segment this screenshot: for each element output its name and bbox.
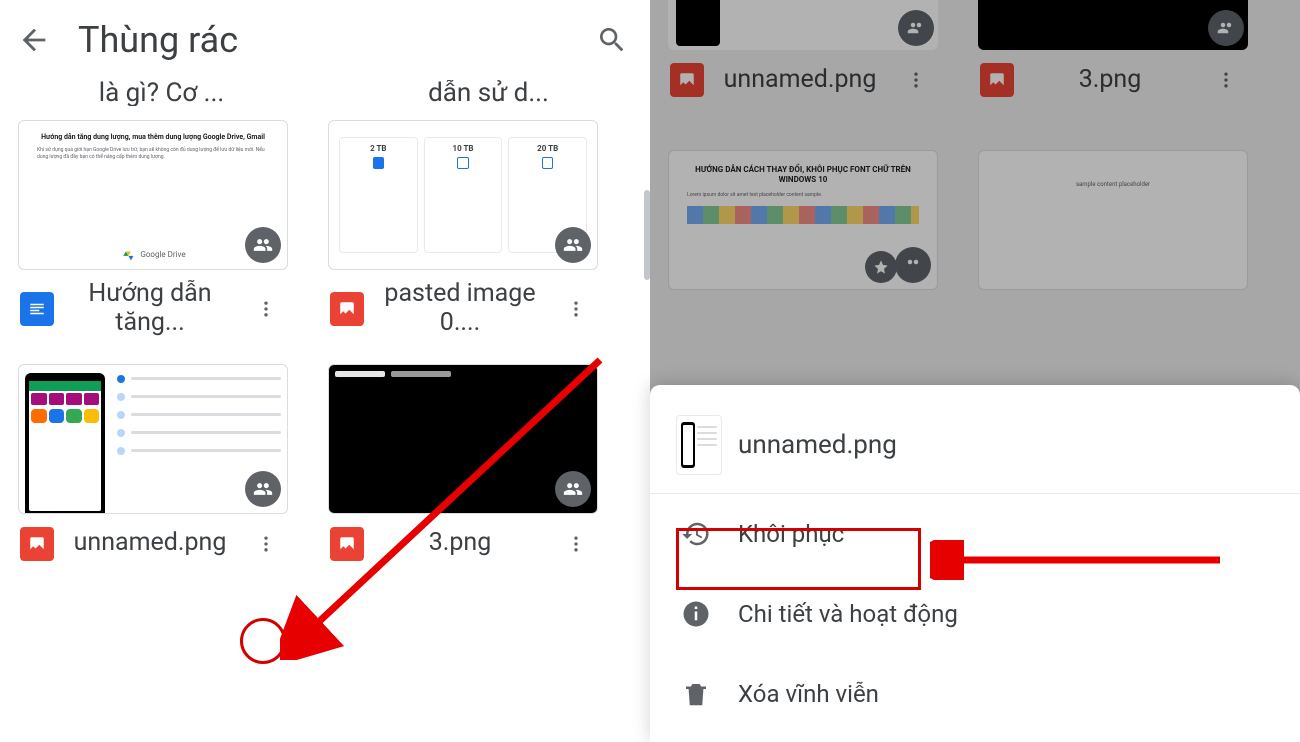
file-name: pasted image 0....	[374, 280, 546, 338]
menu-delete-forever[interactable]: Xóa vĩnh viễn	[650, 654, 1300, 734]
more-vert-icon	[566, 534, 586, 554]
partial-filename: là gì? Cơ ...	[99, 80, 225, 106]
google-drive-logo: Google Drive	[120, 247, 185, 261]
menu-details[interactable]: Chi tiết và hoạt động	[650, 574, 1300, 654]
menu-label: Khôi phục	[738, 520, 844, 548]
file-card[interactable]: 3.png	[328, 364, 598, 564]
thumb-text: HƯỚNG DẪN CÁCH THAY ĐỔI, KHÔI PHỤC FONT …	[687, 165, 919, 186]
more-button	[896, 60, 936, 100]
file-name: 3.png	[374, 529, 546, 558]
file-card: sample content placeholder	[978, 150, 1248, 290]
back-button[interactable]	[10, 16, 58, 64]
file-grid: Hướng dẫn tăng dung lượng, mua thêm dung…	[0, 110, 650, 574]
more-vert-icon	[566, 299, 586, 319]
file-card[interactable]: unnamed.png	[18, 364, 288, 564]
menu-label: Chi tiết và hoạt động	[738, 600, 958, 628]
page-title: Thùng rác	[78, 19, 568, 61]
partial-filename: dẫn sử d...	[428, 80, 549, 106]
file-card[interactable]: Hướng dẫn tăng dung lượng, mua thêm dung…	[18, 120, 288, 338]
file-name: unnamed.png	[64, 529, 236, 558]
shared-badge	[1208, 10, 1244, 46]
search-icon	[596, 24, 628, 56]
more-vert-icon	[256, 534, 276, 554]
delete-forever-icon	[678, 676, 714, 712]
file-card: unnamed.png	[668, 0, 938, 100]
more-button[interactable]	[246, 289, 286, 329]
docs-icon	[20, 292, 54, 326]
bottom-sheet: unnamed.png Khôi phục Chi tiết và hoạt đ…	[650, 385, 1300, 742]
file-name: 3.png	[1024, 66, 1196, 95]
image-icon	[20, 527, 54, 561]
shared-badge	[895, 247, 931, 283]
shared-badge	[555, 471, 591, 507]
people-icon	[253, 479, 273, 499]
file-thumbnail: Hướng dẫn tăng dung lượng, mua thêm dung…	[18, 120, 288, 270]
file-name: unnamed.png	[714, 66, 886, 95]
file-meta: unnamed.png	[18, 514, 288, 564]
file-meta: pasted image 0....	[328, 270, 598, 338]
image-icon	[330, 527, 364, 561]
restore-icon	[678, 516, 714, 552]
people-icon	[253, 235, 273, 255]
star-badge	[865, 251, 897, 283]
image-icon	[330, 292, 364, 326]
sheet-thumbnail	[676, 415, 722, 475]
shared-badge	[245, 471, 281, 507]
people-icon	[563, 235, 583, 255]
file-name: Hướng dẫn tăng...	[64, 280, 236, 338]
file-meta: 3.png	[328, 514, 598, 564]
file-meta: Hướng dẫn tăng...	[18, 270, 288, 338]
shared-badge	[555, 227, 591, 263]
screenshot-left: Thùng rác là gì? Cơ ... dẫn sử d... Hướn…	[0, 0, 650, 742]
file-thumbnail: 2 TB 10 TB 20 TB	[328, 120, 598, 270]
arrow-left-icon	[17, 23, 51, 57]
more-vert-icon	[256, 299, 276, 319]
annotation-circle	[240, 618, 286, 664]
partial-row: là gì? Cơ ... dẫn sử d...	[0, 80, 650, 110]
image-icon	[670, 63, 704, 97]
search-button[interactable]	[588, 16, 636, 64]
shared-badge	[245, 227, 281, 263]
more-button[interactable]	[556, 289, 596, 329]
more-button[interactable]	[246, 524, 286, 564]
shared-badge	[898, 10, 934, 46]
menu-restore[interactable]: Khôi phục	[650, 494, 1300, 574]
file-thumbnail	[328, 364, 598, 514]
thumb-text: Hướng dẫn tăng dung lượng, mua thêm dung…	[37, 133, 269, 141]
sheet-header: unnamed.png	[650, 385, 1300, 494]
thumb-text: Khi sử dụng quá giới hạn Google Drive lư…	[37, 147, 269, 160]
file-card: HƯỚNG DẪN CÁCH THAY ĐỔI, KHÔI PHỤC FONT …	[668, 150, 938, 290]
people-icon	[563, 479, 583, 499]
more-button	[1206, 60, 1246, 100]
info-icon	[678, 596, 714, 632]
more-button[interactable]	[556, 524, 596, 564]
dimmed-background: unnamed.png 3.png HƯỚNG DẪN CÁCH THAY ĐỔ…	[650, 0, 1300, 400]
menu-label: Xóa vĩnh viễn	[738, 680, 879, 708]
file-thumbnail	[18, 364, 288, 514]
sheet-filename: unnamed.png	[738, 430, 897, 460]
header: Thùng rác	[0, 0, 650, 80]
image-icon	[980, 63, 1014, 97]
file-card: 3.png	[978, 0, 1248, 100]
screenshot-right: unnamed.png 3.png HƯỚNG DẪN CÁCH THAY ĐỔ…	[650, 0, 1300, 742]
file-card[interactable]: 2 TB 10 TB 20 TB pasted image 0....	[328, 120, 598, 338]
